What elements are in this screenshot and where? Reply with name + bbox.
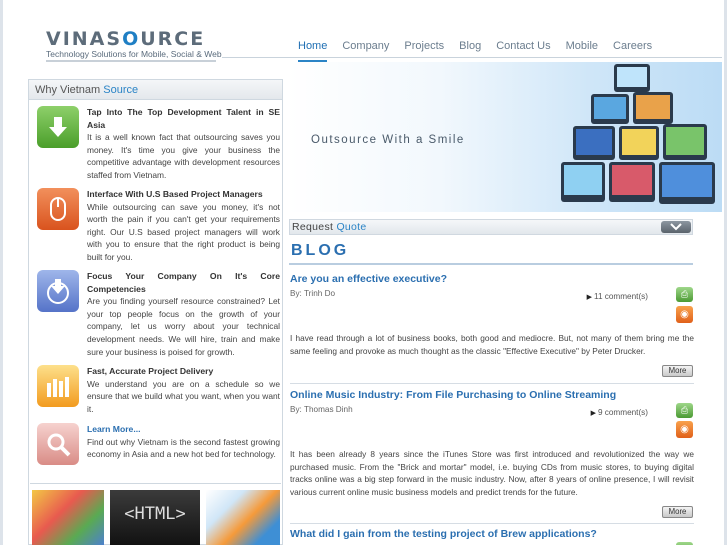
- feature-description: It is a well known fact that outsourcing…: [87, 132, 280, 180]
- store-icons-image[interactable]: [206, 490, 280, 545]
- nav-blog[interactable]: Blog: [459, 40, 481, 63]
- blog-heading: BLOG: [291, 242, 350, 259]
- feature-description: Are you finding yourself resource constr…: [87, 296, 280, 357]
- post-divider: [290, 523, 694, 524]
- nav-mobile[interactable]: Mobile: [566, 40, 598, 63]
- hero-tagline: Outsource With a Smile: [311, 134, 465, 146]
- bar-chart-icon: [37, 365, 79, 407]
- nav-home[interactable]: Home: [298, 40, 328, 63]
- feature-item: Learn More... Find out why Vietnam is th…: [35, 423, 280, 478]
- why-vietnam-panel: Why Vietnam Source Tap Into The Top Deve…: [28, 79, 283, 545]
- nav-contact-us[interactable]: Contact Us: [496, 40, 550, 63]
- site-logo[interactable]: VINASOURCE Technology Solutions for Mobi…: [46, 28, 222, 59]
- rss-icon[interactable]: ◉: [676, 421, 693, 438]
- main-nav: Home Company Projects Blog Contact Us Mo…: [298, 40, 667, 63]
- app-icons-image[interactable]: [32, 490, 104, 545]
- mouse-icon: [37, 188, 79, 230]
- hero-banner: Outsource With a Smile: [287, 62, 722, 212]
- more-button[interactable]: More: [662, 365, 693, 377]
- print-icon[interactable]: ⎙: [676, 403, 693, 418]
- post-comments[interactable]: ▶ 9 comment(s): [591, 408, 648, 417]
- print-icon[interactable]: ⎙: [676, 287, 693, 302]
- logo-divider: [46, 60, 216, 62]
- blog-post: What did I gain from the testing project…: [290, 528, 694, 545]
- feature-title[interactable]: Fast, Accurate Project Delivery: [87, 365, 280, 378]
- feature-item: Interface With U.S Based Project Manager…: [35, 188, 280, 268]
- post-comments[interactable]: ▶ 11 comment(s): [587, 292, 648, 301]
- nav-projects[interactable]: Projects: [404, 40, 444, 63]
- magnifier-icon: [37, 423, 79, 465]
- feature-item: Tap Into The Top Development Talent in S…: [35, 106, 280, 186]
- logo-wordmark: VINASOURCE: [46, 28, 206, 50]
- app-showcase-strip: <HTML>: [30, 483, 281, 545]
- post-divider: [290, 383, 694, 384]
- post-title[interactable]: What did I gain from the testing project…: [290, 528, 694, 540]
- html5-image[interactable]: <HTML>: [110, 490, 200, 545]
- more-button[interactable]: More: [662, 506, 693, 518]
- feature-title[interactable]: Focus Your Company On It's Core Competen…: [87, 270, 280, 295]
- feature-description: We understand you are on a schedule so w…: [87, 378, 280, 414]
- chevron-down-icon[interactable]: [661, 221, 691, 233]
- feature-description: While outsourcing can save you money, it…: [87, 201, 280, 262]
- feature-item: Fast, Accurate Project Delivery We under…: [35, 365, 280, 420]
- post-excerpt: It has been already 8 years since the iT…: [290, 449, 694, 497]
- feature-item: Focus Your Company On It's Core Competen…: [35, 270, 280, 360]
- feature-title[interactable]: Interface With U.S Based Project Manager…: [87, 188, 280, 201]
- blog-post: Are you an effective executive? By: Trin…: [290, 273, 694, 377]
- blog-post: Online Music Industry: From File Purchas…: [290, 389, 694, 518]
- feature-title[interactable]: Tap Into The Top Development Talent in S…: [87, 106, 280, 131]
- nav-careers[interactable]: Careers: [613, 40, 652, 63]
- request-quote-label: Request Quote: [292, 221, 367, 233]
- target-download-icon: [37, 270, 79, 312]
- device-tower-illustration: [561, 64, 715, 204]
- request-quote-bar[interactable]: Request Quote: [289, 219, 693, 235]
- rss-icon[interactable]: ◉: [676, 306, 693, 323]
- play-arrow-icon: ▶: [586, 294, 592, 301]
- play-arrow-icon: ▶: [590, 410, 596, 417]
- feature-description: Find out why Vietnam is the second faste…: [87, 436, 280, 460]
- nav-divider: [222, 57, 722, 58]
- post-title[interactable]: Are you an effective executive?: [290, 273, 694, 285]
- post-excerpt: I have read through a lot of business bo…: [290, 333, 694, 356]
- blog-heading-rule: [289, 263, 693, 265]
- learn-more-link[interactable]: Learn More...: [87, 423, 280, 436]
- logo-tagline: Technology Solutions for Mobile, Social …: [46, 49, 222, 59]
- download-arrow-icon: [37, 106, 79, 148]
- why-vietnam-heading: Why Vietnam Source: [29, 80, 282, 100]
- post-title[interactable]: Online Music Industry: From File Purchas…: [290, 389, 694, 401]
- nav-company[interactable]: Company: [342, 40, 389, 63]
